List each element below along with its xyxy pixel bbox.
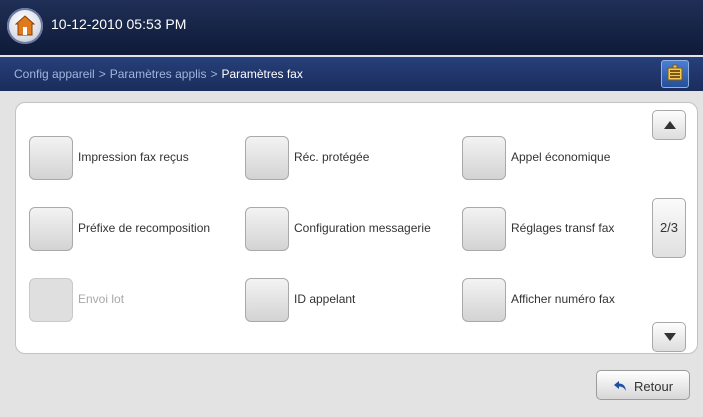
option-button[interactable] <box>245 136 289 180</box>
option-button[interactable] <box>245 278 289 322</box>
menu-button[interactable] <box>661 60 689 88</box>
option-label: Envoi lot <box>78 292 125 306</box>
breadcrumb-bar: Config appareil > Paramètres applis > Paramè… <box>0 57 703 91</box>
option-button <box>29 278 73 322</box>
top-bar: 10-12-2010 05:53 PM <box>0 0 703 55</box>
option-button[interactable] <box>462 207 506 251</box>
option-button[interactable] <box>462 136 506 180</box>
back-button[interactable]: Retour <box>596 370 690 400</box>
option-label: Préfixe de recomposition <box>78 221 211 235</box>
breadcrumb-item-config-appareil[interactable]: Config appareil <box>14 67 95 81</box>
date-time: 10-12-2010 05:53 PM <box>51 16 187 32</box>
breadcrumb-item-parametres-applis[interactable]: Paramètres applis <box>110 67 207 81</box>
home-button[interactable] <box>7 8 43 44</box>
option-label: Impression fax reçus <box>78 150 189 164</box>
home-icon <box>15 15 35 36</box>
breadcrumb-separator: > <box>210 67 218 81</box>
page-indicator: 2/3 <box>652 198 686 258</box>
option-button[interactable] <box>462 278 506 322</box>
option-label: Réc. protégée <box>294 150 370 164</box>
option-button[interactable] <box>245 207 289 251</box>
arrow-down-icon <box>664 333 676 341</box>
scroll-down-button[interactable] <box>652 322 686 352</box>
scroll-up-button[interactable] <box>652 110 686 140</box>
option-button[interactable] <box>29 136 73 180</box>
option-label: Afficher numéro fax <box>511 292 615 306</box>
breadcrumb-separator: > <box>98 67 106 81</box>
option-label: ID appelant <box>294 292 356 306</box>
option-label: Configuration messagerie <box>294 221 431 235</box>
back-arrow-icon <box>614 381 626 391</box>
arrow-up-icon <box>664 121 676 129</box>
option-label: Appel économique <box>511 150 611 164</box>
option-button[interactable] <box>29 207 73 251</box>
option-label: Réglages transf fax <box>511 221 615 235</box>
back-button-label: Retour <box>634 379 674 394</box>
breadcrumb-item-parametres-fax: Paramètres fax <box>221 67 303 81</box>
settings-list-icon <box>667 64 683 81</box>
breadcrumb: Config appareil > Paramètres applis > Paramè… <box>14 67 303 81</box>
